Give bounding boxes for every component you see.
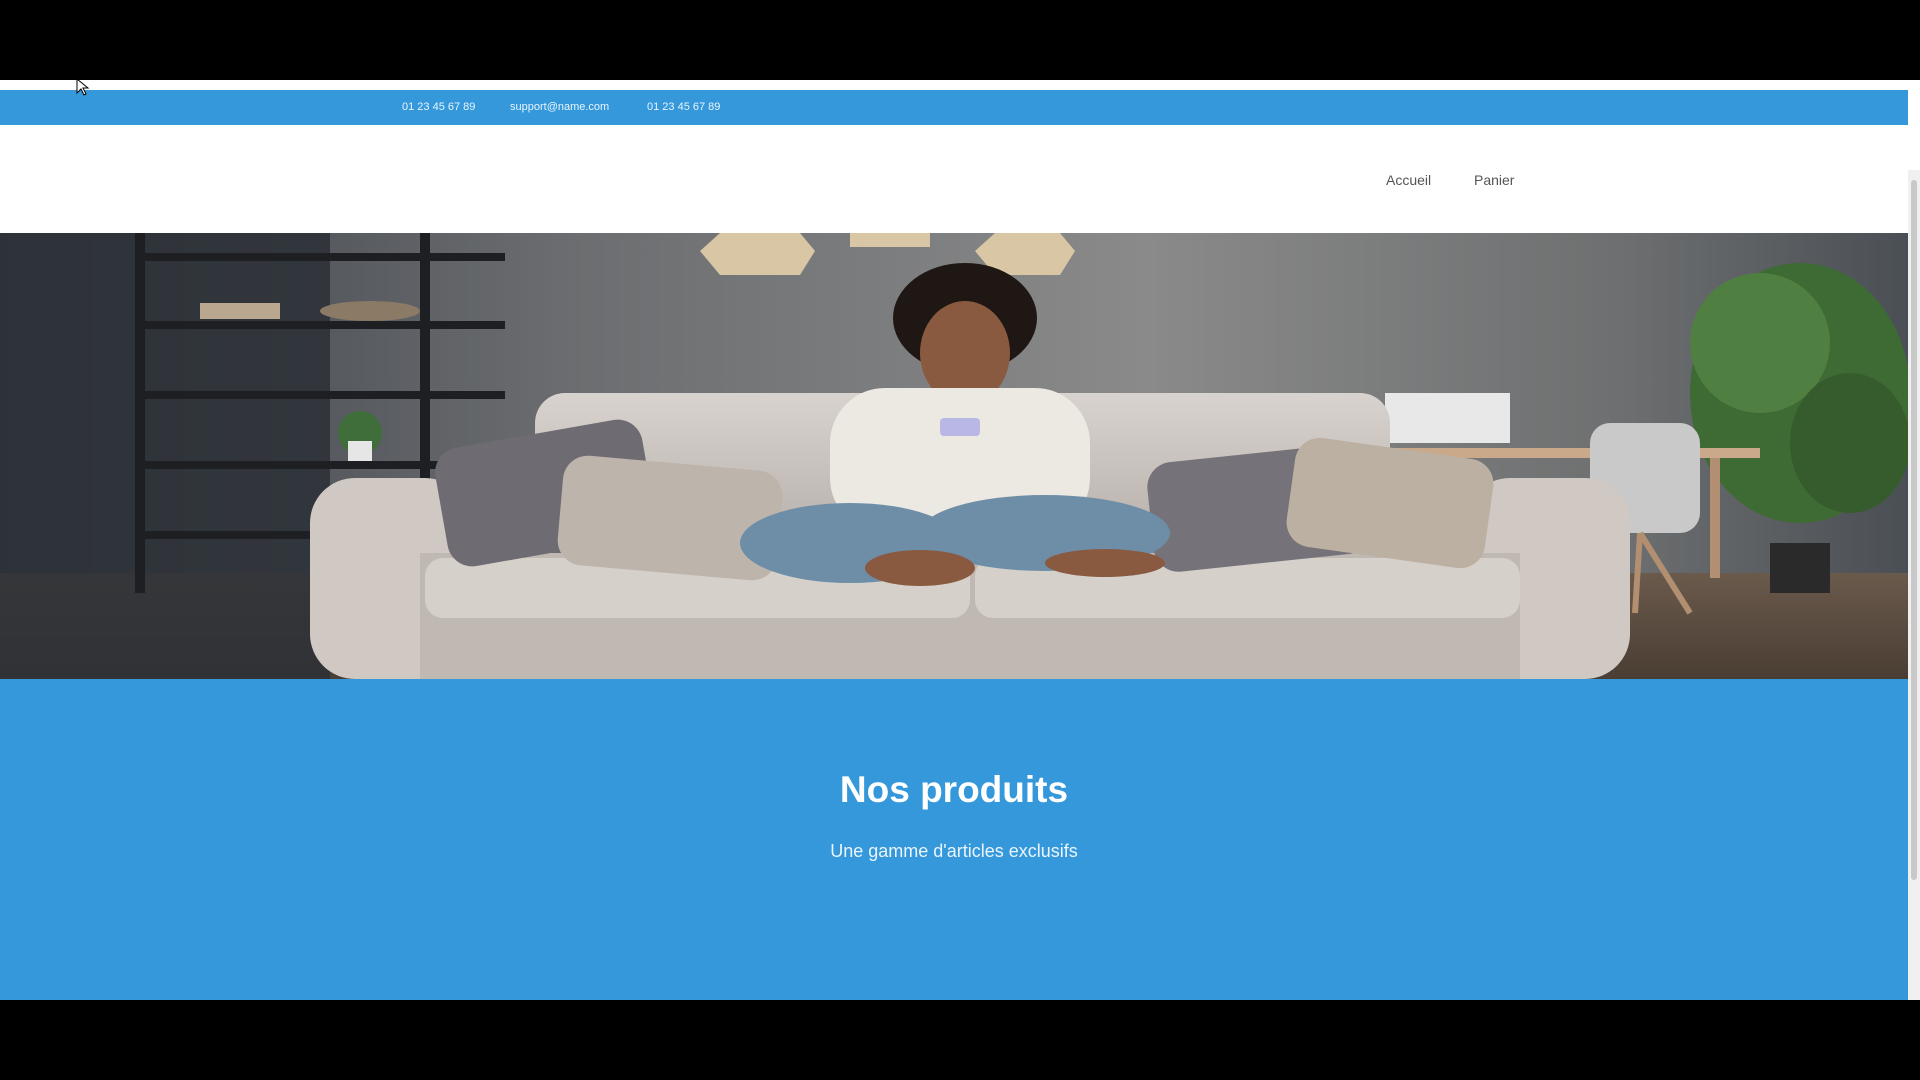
scrollbar-thumb[interactable] — [1911, 180, 1917, 880]
nav-cart-link[interactable]: Panier — [1474, 172, 1514, 188]
contact-phone-secondary[interactable]: 01 23 45 67 89 — [647, 101, 720, 113]
contact-phone[interactable]: 01 23 45 67 89 — [402, 101, 475, 113]
contact-bar: 01 23 45 67 89 support@name.com 01 23 45… — [0, 90, 1908, 125]
products-section: Nos produits Une gamme d'articles exclus… — [0, 679, 1908, 1000]
products-title: Nos produits — [839, 769, 1069, 810]
hero-image — [0, 233, 1908, 679]
page-viewport: 01 23 45 67 89 support@name.com 01 23 45… — [0, 80, 1920, 1000]
page-scrollbar[interactable] — [1908, 170, 1920, 1000]
nav-home-link[interactable]: Accueil — [1386, 172, 1431, 188]
site-header: Accueil Panier — [0, 125, 1908, 233]
contact-email[interactable]: support@name.com — [510, 101, 609, 113]
products-subtitle: Une gamme d'articles exclusifs — [830, 841, 1078, 861]
mouse-cursor-icon — [76, 78, 90, 96]
